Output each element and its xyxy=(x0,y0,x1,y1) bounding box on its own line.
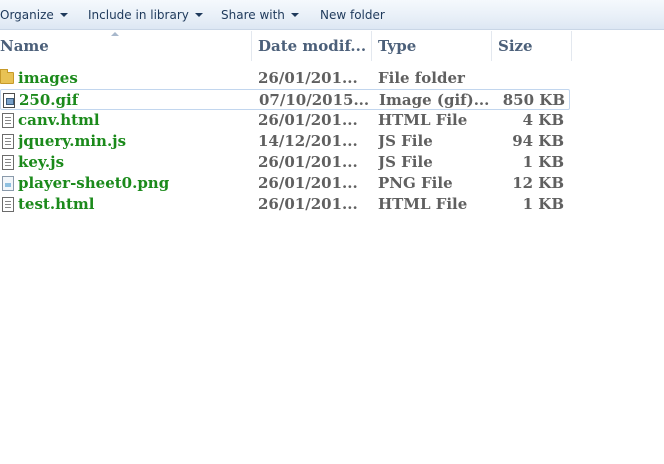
column-header-type-label: Type xyxy=(378,37,417,55)
chevron-down-icon xyxy=(59,13,68,17)
file-type: HTML File xyxy=(378,195,468,213)
file-name: key.js xyxy=(18,153,65,171)
file-type: Image (gif)... xyxy=(379,91,490,109)
organize-button[interactable]: Organize xyxy=(0,8,68,22)
share-with-button[interactable]: Share with xyxy=(221,8,299,22)
file-type: JS File xyxy=(378,132,433,150)
file-name: canv.html xyxy=(18,111,100,129)
file-row[interactable]: images 26/01/201... File folder xyxy=(0,68,570,89)
file-row[interactable]: test.html 26/01/201... HTML File 1 KB xyxy=(0,194,570,215)
file-type: File folder xyxy=(378,69,465,87)
file-size: 94 KB xyxy=(512,132,564,150)
js-file-icon xyxy=(2,134,14,149)
column-header-name-label: Name xyxy=(0,37,49,55)
file-size: 12 KB xyxy=(512,174,564,192)
file-type: JS File xyxy=(378,153,433,171)
column-header-size[interactable]: Size xyxy=(492,31,572,61)
file-name: test.html xyxy=(18,195,95,213)
file-row[interactable]: key.js 26/01/201... JS File 1 KB xyxy=(0,152,570,173)
html-file-icon xyxy=(2,113,14,128)
include-in-library-label: Include in library xyxy=(88,8,189,22)
file-row-hovered[interactable]: 250.gif 07/10/2015... Image (gif)... 850… xyxy=(0,89,570,110)
folder-icon xyxy=(0,69,14,84)
new-folder-button[interactable]: New folder xyxy=(320,8,385,22)
file-name: player-sheet0.png xyxy=(18,174,170,192)
file-row[interactable]: player-sheet0.png 26/01/201... PNG File … xyxy=(0,173,570,194)
column-header-name[interactable]: Name xyxy=(0,31,252,61)
file-date: 14/12/201... xyxy=(258,132,358,150)
share-with-label: Share with xyxy=(221,8,285,22)
column-header-row: Name Date modif... Type Size xyxy=(0,31,664,61)
include-in-library-button[interactable]: Include in library xyxy=(88,8,203,22)
file-name: jquery.min.js xyxy=(18,132,127,150)
file-date: 26/01/201... xyxy=(258,174,358,192)
file-row[interactable]: jquery.min.js 14/12/201... JS File 94 KB xyxy=(0,131,570,152)
file-name: images xyxy=(18,69,78,87)
file-size xyxy=(492,68,564,89)
column-header-date[interactable]: Date modif... xyxy=(252,31,372,61)
file-type: HTML File xyxy=(378,111,468,129)
file-size: 850 KB xyxy=(502,91,565,109)
file-date: 07/10/2015... xyxy=(259,91,369,109)
column-header-date-label: Date modif... xyxy=(258,37,367,55)
html-file-icon xyxy=(2,197,14,212)
file-name: 250.gif xyxy=(19,91,79,109)
chevron-down-icon xyxy=(194,13,203,17)
file-type: PNG File xyxy=(378,174,453,192)
file-size: 1 KB xyxy=(522,153,564,171)
file-date: 26/01/201... xyxy=(258,153,358,171)
chevron-down-icon xyxy=(290,13,299,17)
file-date: 26/01/201... xyxy=(258,111,358,129)
file-date: 26/01/201... xyxy=(258,69,358,87)
file-date: 26/01/201... xyxy=(258,195,358,213)
sort-ascending-icon xyxy=(111,32,119,36)
column-header-type[interactable]: Type xyxy=(372,31,492,61)
file-size: 4 KB xyxy=(522,111,564,129)
new-folder-label: New folder xyxy=(320,8,385,22)
file-row[interactable]: canv.html 26/01/201... HTML File 4 KB xyxy=(0,110,570,131)
column-header-size-label: Size xyxy=(498,37,533,55)
command-bar: Organize Include in library Share with N… xyxy=(0,0,664,30)
organize-label: Organize xyxy=(0,8,54,22)
gif-image-icon xyxy=(3,93,15,108)
js-file-icon xyxy=(2,155,14,170)
png-image-icon xyxy=(2,176,14,191)
file-size: 1 KB xyxy=(522,195,564,213)
